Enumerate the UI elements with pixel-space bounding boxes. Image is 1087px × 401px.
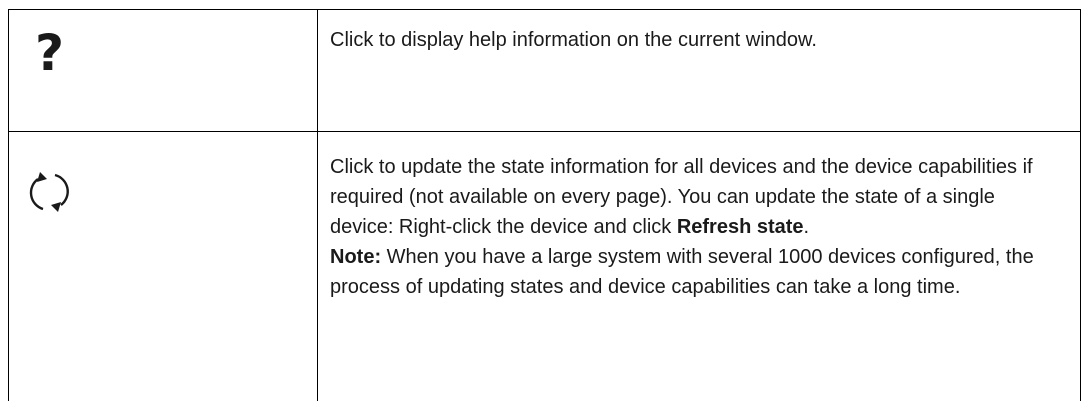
refresh-state-term: Refresh state xyxy=(676,216,804,238)
table-right-border xyxy=(1080,9,1081,401)
help-icon: ? xyxy=(35,24,65,82)
help-description: Click to display help information on the… xyxy=(330,25,1060,55)
refresh-text-after: . xyxy=(803,216,810,238)
column-divider xyxy=(317,9,318,401)
note-label: Note: xyxy=(330,246,382,268)
table-row-refresh xyxy=(9,132,317,401)
table-row-help: ? xyxy=(9,10,317,131)
refresh-icon xyxy=(29,172,69,212)
refresh-note: Note: When you have a large system with … xyxy=(330,242,1060,302)
refresh-description-text: Click to update the state information fo… xyxy=(330,152,1060,242)
refresh-description: Click to update the state information fo… xyxy=(330,152,1060,302)
note-text: When you have a large system with severa… xyxy=(330,246,1034,298)
icon-description-table: ? Click to display help information on t… xyxy=(0,0,1087,401)
help-description-text: Click to display help information on the… xyxy=(330,29,817,51)
